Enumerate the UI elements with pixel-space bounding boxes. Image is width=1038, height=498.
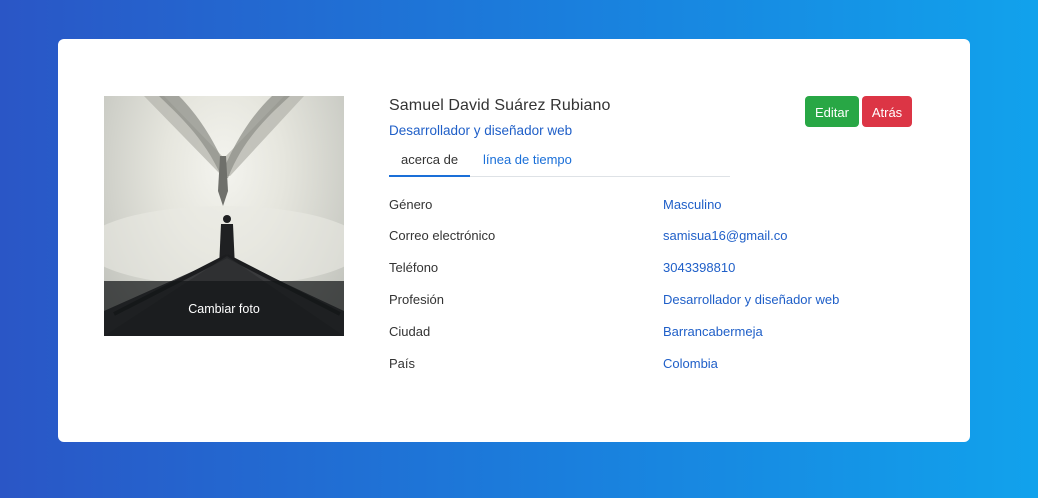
detail-row-email: Correo electrónico samisua16@gmail.co [389,228,889,248]
detail-value: Barrancabermeja [663,324,763,339]
detail-row-profession: Profesión Desarrollador y diseñador web [389,292,889,312]
detail-label: Profesión [389,292,444,307]
detail-row-gender: Género Masculino [389,197,889,217]
detail-value: samisua16@gmail.co [663,228,788,243]
change-photo-button[interactable]: Cambiar foto [104,281,344,336]
detail-label: País [389,356,416,371]
tab-about[interactable]: acerca de [389,147,471,177]
profile-card: Cambiar foto Samuel David Suárez Rubiano… [58,39,970,442]
detail-label: Correo electrónico [389,228,496,243]
detail-value: Masculino [663,197,722,212]
detail-row-country: País Colombia [389,356,889,376]
detail-label: Género [389,197,433,212]
detail-value: Colombia [663,356,718,371]
detail-row-phone: Teléfono 3043398810 [389,260,889,280]
detail-label: Teléfono [389,260,439,275]
detail-label: Ciudad [389,324,431,339]
back-button[interactable]: Atrás [862,96,912,127]
edit-button[interactable]: Editar [805,96,859,127]
detail-row-city: Ciudad Barrancabermeja [389,324,889,344]
change-photo-label: Cambiar foto [188,301,260,316]
profile-name: Samuel David Suárez Rubiano [389,97,611,114]
detail-value: 3043398810 [663,260,736,275]
tab-timeline[interactable]: línea de tiempo [471,147,584,175]
profile-photo[interactable]: Cambiar foto [104,96,344,336]
profile-tabs: acerca de línea de tiempo [389,147,730,177]
profile-role: Desarrollador y diseñador web [389,123,573,138]
detail-value: Desarrollador y diseñador web [663,292,840,307]
